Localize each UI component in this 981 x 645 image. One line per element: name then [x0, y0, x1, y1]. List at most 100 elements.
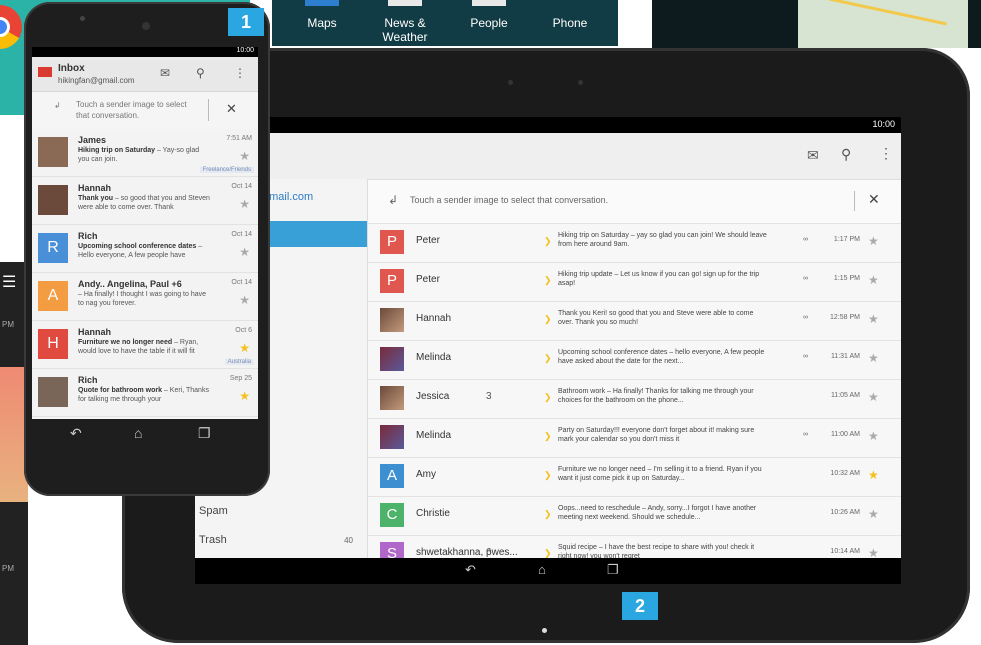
sidebar-item-spam[interactable]: Spam: [199, 505, 228, 517]
sender-name: Melinda: [416, 352, 452, 363]
star-icon[interactable]: ★: [868, 351, 879, 365]
star-icon[interactable]: ★: [868, 312, 879, 326]
star-icon[interactable]: ★: [868, 429, 879, 443]
account-email: hikingfan@gmail.com: [58, 76, 135, 85]
star-icon[interactable]: ★: [239, 293, 250, 307]
avatar[interactable]: A: [38, 281, 68, 311]
compose-icon[interactable]: ✉: [807, 147, 819, 164]
avatar[interactable]: [380, 308, 404, 332]
avatar[interactable]: [38, 185, 68, 215]
avatar[interactable]: [38, 377, 68, 407]
timestamp: 7:51 AM: [226, 135, 252, 142]
recents-icon[interactable]: ❐: [198, 425, 211, 442]
avatar[interactable]: [38, 137, 68, 167]
avatar[interactable]: H: [38, 329, 68, 359]
app-people[interactable]: People: [449, 0, 529, 30]
sender-name: Andy.. Angelina, Paul +6: [78, 279, 182, 289]
star-icon[interactable]: ★: [239, 197, 250, 211]
menu-icon: ☰: [2, 274, 17, 291]
tablet-screen: 10:00 ✉ ⚲ ⋮ gmail.com Spam Trash 40 ↲ To…: [195, 117, 901, 584]
avatar[interactable]: R: [38, 233, 68, 263]
avatar[interactable]: P: [380, 269, 404, 293]
maps-tile: [652, 0, 981, 48]
timestamp: 11:31 AM: [830, 353, 860, 360]
conversation-row[interactable]: Jessica 3 ❯ Bathroom work – Ha finally! Tha…: [368, 379, 901, 418]
avatar[interactable]: A: [380, 464, 404, 488]
trash-count: 40: [344, 536, 353, 545]
news-weather-icon: [388, 0, 422, 6]
tablet-action-bar: ✉ ⚲ ⋮: [195, 133, 901, 180]
conversation-row[interactable]: C Christie ❯ Oops...need to reschedule – An…: [368, 496, 901, 535]
arrow-icon: ↲: [388, 193, 399, 207]
timestamp: 10:14 AM: [830, 548, 860, 555]
app-news-weather[interactable]: News & Weather: [365, 0, 445, 44]
sender-name: Peter: [416, 235, 440, 246]
attachment-icon: ∞: [803, 314, 808, 321]
compose-icon[interactable]: ✉: [160, 66, 170, 80]
star-icon[interactable]: ★: [868, 234, 879, 248]
sender-name: Rich: [78, 375, 98, 385]
conversation-row[interactable]: P Peter ❯ Hiking trip on Saturday – yay so …: [368, 223, 901, 262]
conversation-row[interactable]: H Hannah Furniture we no longer need – Rya…: [32, 321, 258, 369]
thread-count: 6: [486, 547, 492, 558]
sidebar-item-trash[interactable]: Trash: [199, 534, 227, 546]
sidebar-item-inbox[interactable]: [269, 221, 367, 247]
avatar[interactable]: [380, 386, 404, 410]
timestamp: Oct 14: [231, 231, 252, 238]
star-icon[interactable]: ★: [239, 245, 250, 259]
avatar[interactable]: P: [380, 230, 404, 254]
conversation-row[interactable]: Melinda ❯ Upcoming school conference dates…: [368, 340, 901, 379]
conversation-row[interactable]: P Peter ❯ Hiking trip update – Let us know …: [368, 262, 901, 301]
conversation-row[interactable]: Rich Quote for bathroom work – Keri, Than…: [32, 369, 258, 417]
close-icon[interactable]: ✕: [226, 101, 237, 117]
conversation-row[interactable]: Hannah Thank you – so good that you and S…: [32, 177, 258, 225]
overflow-menu-icon[interactable]: ⋮: [234, 66, 246, 80]
avatar[interactable]: C: [380, 503, 404, 527]
star-icon[interactable]: ★: [239, 341, 250, 355]
conversation-row[interactable]: A Andy.. Angelina, Paul +6 – Ha finally! I…: [32, 273, 258, 321]
search-icon[interactable]: ⚲: [841, 146, 851, 163]
home-icon[interactable]: ⌂: [134, 425, 142, 441]
recents-icon[interactable]: ❐: [607, 562, 619, 578]
snippet: Furniture we no longer need – Ryan, woul…: [78, 338, 210, 356]
star-icon[interactable]: ★: [868, 507, 879, 521]
importance-marker-icon: ❯: [544, 392, 552, 402]
conversation-row[interactable]: A Amy ❯ Furniture we no longer need – I'm s…: [368, 457, 901, 496]
conversation-row[interactable]: Melinda ❯ Party on Saturday!!! everyone do…: [368, 418, 901, 457]
callout-badge-1: 1: [228, 8, 264, 36]
star-icon[interactable]: ★: [239, 389, 250, 403]
divider: [208, 99, 209, 121]
sender-name: shwetakhanna, pwes...: [416, 547, 518, 558]
avatar[interactable]: [380, 347, 404, 371]
conversation-row[interactable]: James Hiking trip on Saturday – Yay-so gl…: [32, 129, 258, 177]
importance-marker-icon: ❯: [544, 470, 552, 480]
back-icon[interactable]: ↶: [465, 562, 476, 578]
star-icon[interactable]: ★: [868, 390, 879, 404]
account-email[interactable]: gmail.com: [263, 191, 313, 203]
chrome-icon[interactable]: [0, 5, 22, 49]
page-title[interactable]: Inbox: [58, 63, 85, 74]
conversation-row[interactable]: Hannah ❯ Thank you Keri! so good that you …: [368, 301, 901, 340]
app-maps[interactable]: Maps: [282, 0, 362, 30]
overflow-menu-icon[interactable]: ⋮: [879, 145, 893, 162]
phone-status-bar: 10:00: [32, 47, 258, 57]
snippet: – Ha finally! I thought I was going to h…: [78, 290, 210, 308]
tablet-led: [542, 628, 547, 633]
app-drawer-strip: Maps News & Weather People Phone: [272, 0, 618, 46]
importance-marker-icon: ❯: [544, 431, 552, 441]
close-icon[interactable]: ✕: [868, 191, 880, 208]
app-phone[interactable]: Phone: [530, 0, 610, 30]
home-icon[interactable]: ⌂: [538, 562, 546, 577]
star-icon[interactable]: ★: [868, 468, 879, 482]
phone-nav-bar: ↶ ⌂ ❐: [32, 419, 258, 449]
search-icon[interactable]: ⚲: [196, 66, 205, 80]
conversation-row[interactable]: R Rich Upcoming school conference dates – …: [32, 225, 258, 273]
star-icon[interactable]: ★: [868, 273, 879, 287]
sender-name: Melinda: [416, 430, 452, 441]
star-icon[interactable]: ★: [239, 149, 250, 163]
attachment-icon: ∞: [803, 275, 808, 282]
timestamp: 12:58 PM: [830, 314, 860, 321]
phone-icon: [553, 0, 587, 6]
back-icon[interactable]: ↶: [70, 425, 82, 442]
avatar[interactable]: [380, 425, 404, 449]
